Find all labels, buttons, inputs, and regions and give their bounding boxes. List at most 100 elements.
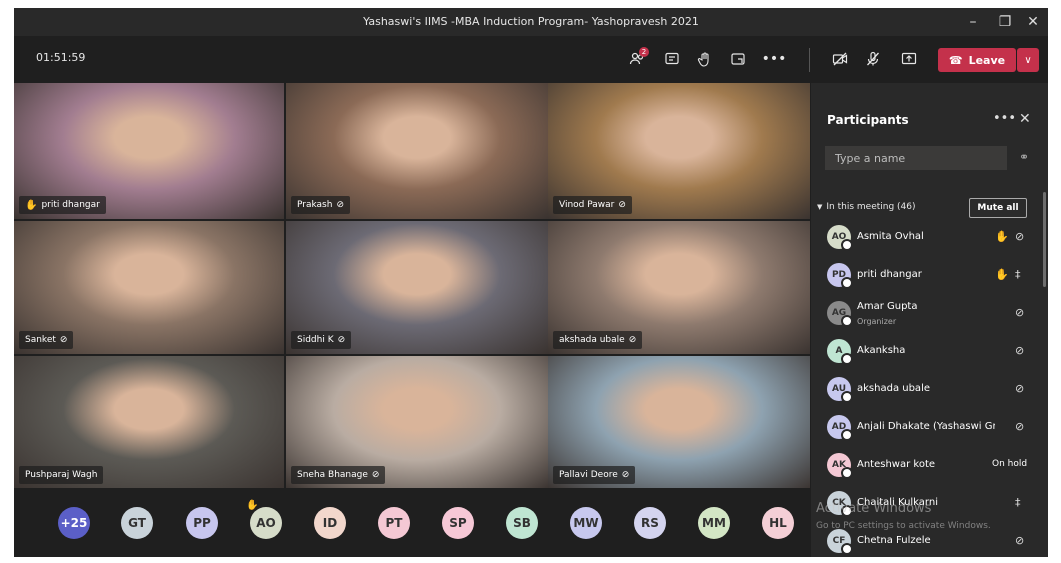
panel-more-icon[interactable]: ••• xyxy=(993,111,1016,126)
participant-avatar[interactable]: PT xyxy=(378,507,410,539)
presence-indicator xyxy=(841,353,853,365)
participant-avatar[interactable]: GT xyxy=(121,507,153,539)
participant-name: priti dhangar xyxy=(41,200,100,210)
participant-name-tag: ✋ priti dhangar xyxy=(19,196,106,214)
participant-name-tag: Sanket ⊘ xyxy=(19,331,74,349)
mic-off-icon: ⊘ xyxy=(1015,230,1025,243)
call-status: On hold xyxy=(992,459,1028,469)
mic-off-icon: ⊘ xyxy=(621,470,630,480)
participant-avatar[interactable]: MM xyxy=(698,507,730,539)
participants-panel: Participants ••• ✕ ⚭ ▼In this meeting (4… xyxy=(811,83,1048,557)
chevron-down-icon: ∨ xyxy=(1024,54,1032,66)
participant-name: Asmita Ovhal xyxy=(857,231,924,242)
share-invite-icon[interactable]: ⚭ xyxy=(1019,150,1029,164)
presence-indicator xyxy=(841,391,853,403)
raise-hand-button[interactable] xyxy=(692,46,718,72)
participant-name: Amar Gupta xyxy=(857,301,918,312)
participant-avatar[interactable]: RS xyxy=(634,507,666,539)
participant-row[interactable]: CF Chetna Fulzele ⊘ xyxy=(811,525,1043,557)
participant-avatar[interactable]: SP xyxy=(442,507,474,539)
video-tile[interactable]: Prakash ⊘ xyxy=(286,83,548,219)
video-tile[interactable]: Pallavi Deore ⊘ xyxy=(548,356,810,489)
video-tile[interactable]: Vinod Pawar ⊘ xyxy=(548,83,810,219)
participant-row[interactable]: AO Asmita Ovhal ✋ ⊘ xyxy=(811,221,1043,255)
mic-toggle-button[interactable] xyxy=(860,46,886,72)
mic-off-icon: ⊘ xyxy=(628,335,637,345)
participant-row[interactable]: AG Amar Gupta Organizer ⊘ xyxy=(811,297,1043,331)
overflow-avatar-row: +25 GT PP AO ✋ ID PT SP SB MW RS MM HL xyxy=(14,488,810,557)
title-bar: Yashaswi's IIMS -MBA Induction Program- … xyxy=(14,8,1048,36)
section-label: In this meeting (46) xyxy=(826,202,916,212)
minimize-icon[interactable]: – xyxy=(962,12,984,32)
participant-name: Chetna Fulzele xyxy=(857,535,931,546)
participants-badge: 2 xyxy=(639,47,649,57)
participant-search-input[interactable] xyxy=(825,146,1007,170)
mic-off-icon: ⊘ xyxy=(59,335,68,345)
participant-avatar[interactable]: HL xyxy=(762,507,794,539)
participant-row[interactable]: A Akanksha ⊘ xyxy=(811,335,1043,369)
participant-avatar[interactable]: ID xyxy=(314,507,346,539)
mic-off-icon xyxy=(867,51,879,66)
video-tile[interactable]: akshada ubale ⊘ xyxy=(548,221,810,354)
participant-name: Chaitali Kulkarni xyxy=(857,497,938,508)
video-tile[interactable]: Sneha Bhanage ⊘ xyxy=(286,356,548,489)
video-tile[interactable]: ✋ priti dhangar xyxy=(14,83,284,219)
teams-meeting-window: Yashaswi's IIMS -MBA Induction Program- … xyxy=(14,8,1048,557)
restore-icon[interactable]: ❐ xyxy=(994,12,1016,32)
participants-button[interactable]: 2 xyxy=(624,46,650,72)
participant-avatar[interactable]: MW xyxy=(570,507,602,539)
camera-toggle-button[interactable] xyxy=(827,46,853,72)
presence-indicator xyxy=(841,505,853,517)
participant-name-tag: Sneha Bhanage ⊘ xyxy=(291,466,386,484)
participant-row[interactable]: AK Anteshwar kote On hold xyxy=(811,449,1043,483)
participant-name: akshada ubale xyxy=(559,335,625,345)
participant-name-tag: Siddhi K ⊘ xyxy=(291,331,352,349)
participant-name-tag: Pushparaj Wagh xyxy=(19,466,104,484)
participant-avatar[interactable]: AO xyxy=(250,507,282,539)
participant-avatar[interactable]: PP xyxy=(186,507,218,539)
participant-row[interactable]: PD priti dhangar ✋ ‡ xyxy=(811,259,1043,293)
participant-name-tag: Vinod Pawar ⊘ xyxy=(553,196,632,214)
panel-close-icon[interactable]: ✕ xyxy=(1019,111,1031,127)
participant-name-tag: Pallavi Deore ⊘ xyxy=(553,466,636,484)
video-tile[interactable]: Sanket ⊘ xyxy=(14,221,284,354)
hand-icon xyxy=(697,52,709,67)
close-icon[interactable]: ✕ xyxy=(1022,12,1044,32)
participant-row[interactable]: CK Chaitali Kulkarni ‡ xyxy=(811,487,1043,521)
leave-button[interactable]: ☎ Leave xyxy=(938,48,1016,72)
participant-avatar[interactable]: SB xyxy=(506,507,538,539)
rooms-button[interactable] xyxy=(725,46,751,72)
video-tile[interactable]: Siddhi K ⊘ xyxy=(286,221,548,354)
more-actions-button[interactable]: ••• xyxy=(761,46,787,72)
raised-hand-icon: ✋ xyxy=(995,230,1009,243)
presence-indicator xyxy=(841,277,853,289)
mic-off-icon: ⊘ xyxy=(618,200,626,210)
mic-off-icon: ⊘ xyxy=(1015,382,1025,395)
raised-hand-icon: ✋ xyxy=(25,199,38,211)
panel-scrollbar[interactable] xyxy=(1043,192,1046,287)
participant-name-tag: Prakash ⊘ xyxy=(291,196,350,214)
leave-label: Leave xyxy=(968,53,1006,67)
video-grid: ✋ priti dhangar Prakash ⊘ Vinod Pawar ⊘ Sanket… xyxy=(14,83,810,489)
participant-row[interactable]: AD Anjali Dhakate (Yashaswi Gro... ⊘ xyxy=(811,411,1043,445)
mic-off-icon: ⊘ xyxy=(371,470,380,480)
collapse-chevron-icon: ▼ xyxy=(817,203,823,211)
mic-on-icon: ‡ xyxy=(1015,496,1021,509)
meeting-section-header[interactable]: ▼ In this meeting (46) xyxy=(817,202,916,212)
leave-options-button[interactable]: ∨ xyxy=(1017,48,1039,72)
call-toolbar: 01:51:59 2 ••• ☎ Leave ∨ xyxy=(14,36,1048,82)
toolbar-divider xyxy=(809,48,810,72)
participant-name: Anjali Dhakate (Yashaswi Gro... xyxy=(857,421,995,432)
more-participants-avatar[interactable]: +25 xyxy=(58,507,90,539)
video-tile[interactable]: Pushparaj Wagh xyxy=(14,356,284,489)
participant-name: Sneha Bhanage xyxy=(297,470,368,480)
mute-all-button[interactable]: Mute all xyxy=(969,198,1027,218)
participant-name: Pallavi Deore xyxy=(559,470,618,480)
participant-avatar: AG xyxy=(827,301,853,327)
participant-avatar: AO xyxy=(827,225,853,251)
share-screen-button[interactable] xyxy=(896,46,922,72)
participant-avatar: AU xyxy=(827,377,853,403)
participant-row[interactable]: AU akshada ubale ⊘ xyxy=(811,373,1043,407)
chat-button[interactable] xyxy=(659,46,685,72)
camera-off-icon xyxy=(832,52,848,66)
